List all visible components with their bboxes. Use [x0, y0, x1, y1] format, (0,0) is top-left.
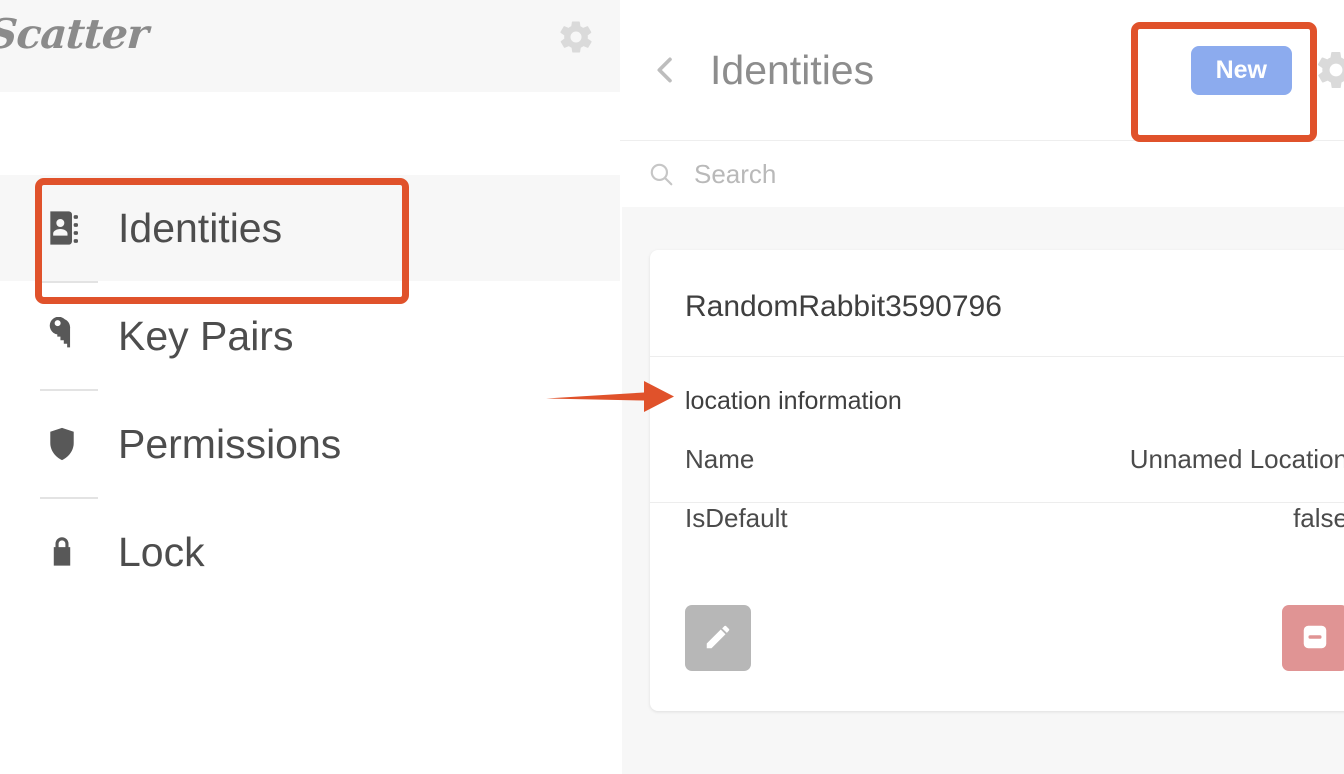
pencil-icon: [703, 622, 733, 655]
sidebar-nav: Identities Key Pairs Permissions Lock: [0, 92, 620, 605]
search-icon: [648, 161, 674, 187]
sidebar-item-label: Lock: [118, 528, 205, 575]
table-row: Name Unnamed Location: [650, 444, 1344, 502]
identity-card[interactable]: RandomRabbit3590796 location information…: [650, 250, 1344, 711]
row-value: Unnamed Location: [1129, 444, 1344, 474]
card-actions: [650, 561, 1344, 711]
padlock-icon: [40, 535, 84, 569]
identities-panel: Identities New RandomRabbi: [620, 0, 1344, 774]
key-icon: [40, 317, 84, 355]
search-bar[interactable]: [620, 141, 1344, 207]
scatter-wallet-window: Scatter Identities Key Pairs Permissions…: [0, 0, 1344, 774]
sidebar-item-label: Permissions: [118, 420, 342, 467]
chevron-left-icon[interactable]: [648, 53, 682, 87]
identity-name: RandomRabbit3590796: [650, 250, 1344, 357]
row-key: Name: [685, 444, 755, 474]
scatter-logo: Scatter: [0, 10, 150, 58]
contact-book-icon: [40, 208, 84, 248]
sidebar-item-lock[interactable]: Lock: [0, 499, 620, 605]
sidebar-header: Scatter: [0, 0, 620, 92]
remove-identity-button[interactable]: [1282, 605, 1344, 671]
sidebar-item-label: Key Pairs: [118, 312, 294, 359]
sidebar-item-key-pairs[interactable]: Key Pairs: [0, 283, 620, 389]
edit-identity-button[interactable]: [685, 605, 751, 671]
row-value: false: [1293, 503, 1344, 533]
minus-square-icon: [1300, 622, 1330, 655]
new-button[interactable]: New: [1190, 45, 1292, 95]
gear-icon[interactable]: [557, 18, 595, 56]
sidebar-item-identities[interactable]: Identities: [0, 175, 620, 281]
search-input[interactable]: [692, 157, 1116, 191]
table-row: IsDefault false: [650, 502, 1344, 561]
sidebar-item-permissions[interactable]: Permissions: [0, 391, 620, 497]
panel-actions: New: [1190, 45, 1344, 95]
page-title: Identities: [710, 46, 875, 93]
gear-icon[interactable]: [1314, 48, 1344, 92]
sidebar: Scatter Identities Key Pairs Permissions…: [0, 0, 620, 774]
identities-list: RandomRabbit3590796 location information…: [622, 207, 1344, 774]
location-information-label: location information: [685, 387, 902, 415]
shield-icon: [40, 425, 84, 463]
row-key: IsDefault: [685, 503, 788, 533]
sidebar-item-label: Identities: [118, 204, 283, 251]
panel-header: Identities New: [620, 0, 1344, 141]
